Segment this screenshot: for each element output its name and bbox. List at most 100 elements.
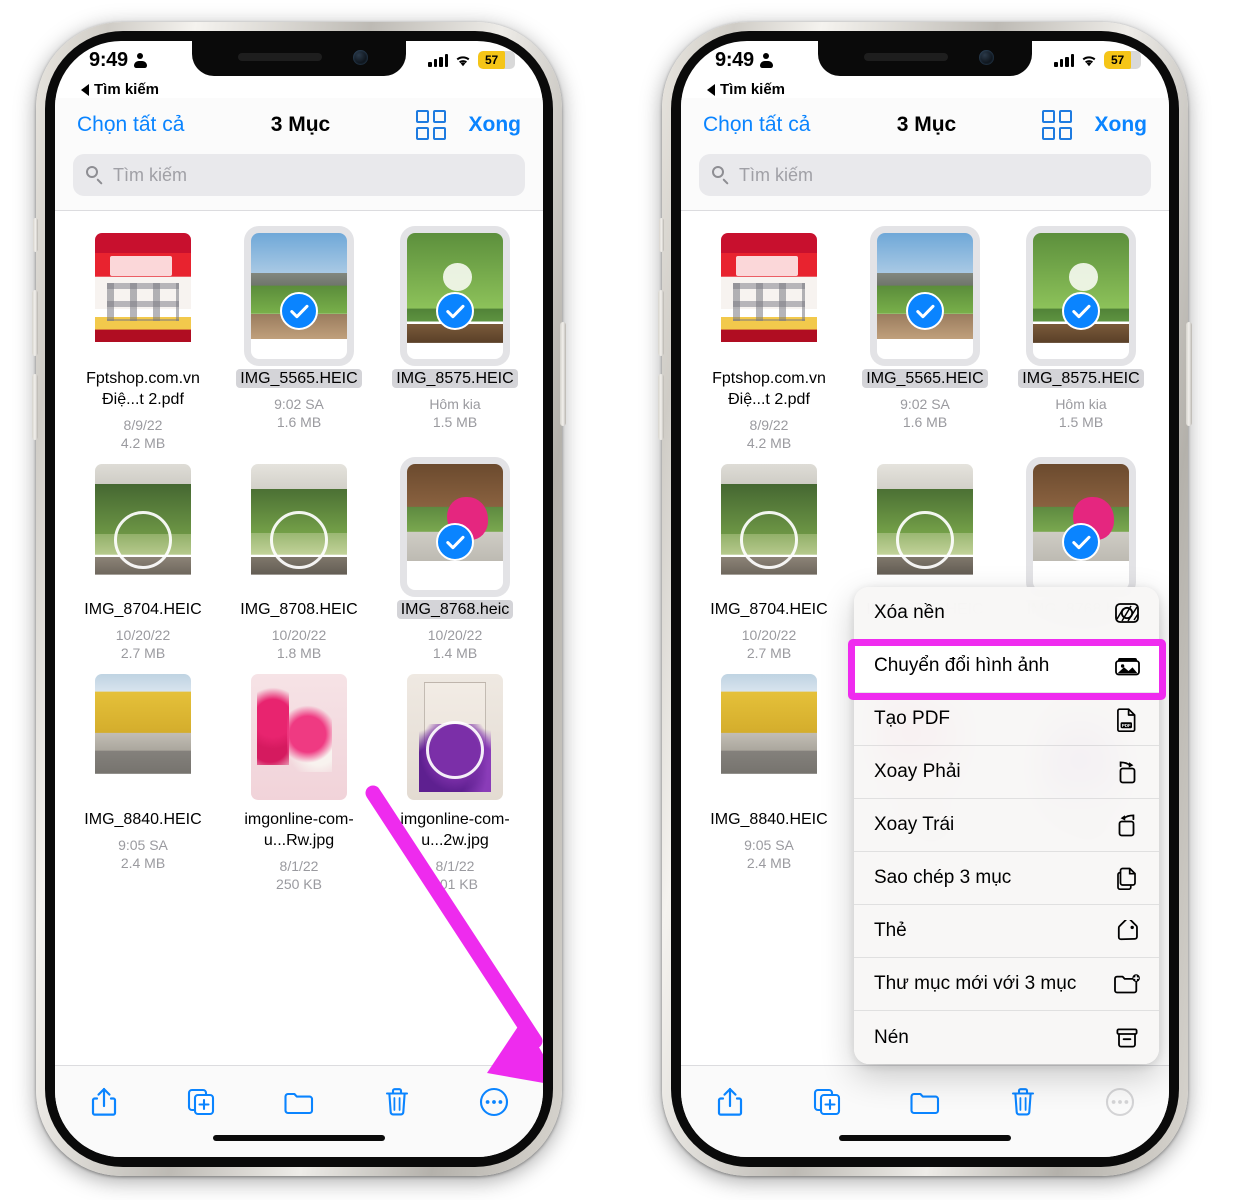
context-menu-item[interactable]: Xóa nền	[854, 587, 1159, 640]
context-menu-item[interactable]: Xoay Trái	[854, 799, 1159, 852]
volume-up-button[interactable]	[32, 290, 38, 356]
new-folder-button[interactable]	[901, 1080, 949, 1124]
file-thumbnail[interactable]	[877, 233, 973, 359]
context-menu-item-label: Xóa nền	[874, 602, 945, 623]
file-thumbnail[interactable]	[95, 464, 191, 590]
grid-view-icon[interactable]	[416, 110, 447, 140]
silent-switch[interactable]	[33, 218, 38, 252]
person-icon	[759, 53, 773, 68]
file-item[interactable]: imgonline-com-u...Rw.jpg8/1/22250 KB	[224, 674, 374, 895]
file-thumbnail[interactable]	[407, 233, 503, 359]
done-button[interactable]: Xong	[468, 113, 521, 137]
screenshot-stage: 9:49 57 Tìm kiếm Chọn tất cả 3 Mục Xong …	[0, 0, 1236, 1200]
status-bar: 9:49 57	[681, 41, 1169, 85]
file-item[interactable]: Fptshop.com.vn Điệ...t 2.pdf 8/9/22 4.2 MB	[694, 233, 844, 454]
file-thumbnail[interactable]	[251, 674, 347, 800]
search-input[interactable]: Tìm kiếm	[73, 154, 525, 196]
selected-checkmark-icon	[436, 292, 474, 331]
new-folder-button[interactable]	[275, 1080, 323, 1124]
file-grid-row: Fptshop.com.vn Điệ...t 2.pdf 8/9/22 4.2 MB…	[691, 233, 1159, 454]
context-menu-item[interactable]: Nén	[854, 1011, 1159, 1064]
file-thumbnail[interactable]	[95, 674, 191, 800]
share-button[interactable]	[80, 1080, 128, 1124]
file-thumbnail[interactable]	[407, 674, 503, 800]
file-size: 1.8 MB	[276, 645, 322, 661]
file-thumbnail[interactable]	[721, 464, 817, 590]
share-button[interactable]	[706, 1080, 754, 1124]
power-button[interactable]	[1186, 322, 1192, 426]
file-name: IMG_8704.HEIC	[84, 601, 202, 618]
file-thumbnail[interactable]	[1033, 464, 1129, 590]
file-item[interactable]: IMG_8575.HEIC Hôm kia 1.5 MB	[380, 233, 530, 454]
search-icon	[712, 166, 730, 184]
power-button[interactable]	[560, 322, 566, 426]
delete-button[interactable]	[373, 1080, 421, 1124]
context-menu-item[interactable]: Thư mục mới với 3 mục	[854, 958, 1159, 1011]
file-grid: Fptshop.com.vn Điệ...t 2.pdf 8/9/22 4.2 MB…	[55, 211, 543, 895]
volume-down-button[interactable]	[658, 374, 664, 440]
phone-right: 9:49 57 Tìm kiếm Chọn tất cả 3 Mục Xong …	[658, 22, 1192, 1176]
file-thumbnail[interactable]	[877, 464, 973, 590]
grid-view-icon[interactable]	[1042, 110, 1073, 140]
focus-ring-icon	[426, 720, 484, 779]
file-item[interactable]: IMG_8704.HEIC 10/20/22 2.7 MB	[694, 464, 844, 664]
file-grid-row: IMG_8704.HEIC10/20/222.7 MBIMG_8708.HEIC…	[65, 464, 533, 664]
file-name: IMG_5565.HEIC	[228, 368, 370, 389]
context-menu-item[interactable]: Xoay Phải	[854, 746, 1159, 799]
volume-down-button[interactable]	[32, 374, 38, 440]
phone-left: 9:49 57 Tìm kiếm Chọn tất cả 3 Mục Xong …	[32, 22, 566, 1176]
file-thumbnail[interactable]	[721, 233, 817, 359]
context-menu-item[interactable]: Thẻ	[854, 905, 1159, 958]
search-input[interactable]: Tìm kiếm	[699, 154, 1151, 196]
context-menu-item-label: Chuyển đổi hình ảnh	[874, 655, 1050, 676]
file-size: 250 KB	[276, 876, 322, 892]
file-name: IMG_8840.HEIC	[84, 811, 202, 828]
select-all-button[interactable]: Chọn tất cả	[77, 113, 184, 137]
home-indicator[interactable]	[839, 1135, 1011, 1141]
page-title: 3 Mục	[270, 113, 331, 136]
file-thumbnail[interactable]	[407, 464, 503, 590]
search-area: Tìm kiếm	[681, 150, 1169, 210]
file-item[interactable]: IMG_5565.HEIC 9:02 SA 1.6 MB	[224, 233, 374, 454]
file-name: IMG_8575.HEIC	[384, 368, 526, 389]
file-thumbnail[interactable]	[251, 233, 347, 359]
file-item[interactable]: IMG_8768.heic10/20/221.4 MB	[380, 464, 530, 664]
file-item[interactable]: IMG_8575.HEIC Hôm kia 1.5 MB	[1006, 233, 1156, 454]
file-thumbnail[interactable]	[95, 233, 191, 359]
volume-up-button[interactable]	[658, 290, 664, 356]
focus-ring-icon	[896, 510, 954, 569]
file-item[interactable]: IMG_8840.HEIC 9:05 SA 2.4 MB	[68, 674, 218, 895]
duplicate-button[interactable]	[177, 1080, 225, 1124]
file-thumbnail[interactable]	[251, 464, 347, 590]
context-menu-item[interactable]: Chuyển đổi hình ảnh	[854, 640, 1159, 693]
focus-ring-icon	[740, 510, 798, 569]
more-button[interactable]	[470, 1080, 518, 1124]
file-item[interactable]: imgonline-com-u...2w.jpg8/1/22201 KB	[380, 674, 530, 895]
silent-switch[interactable]	[659, 218, 664, 252]
duplicate-button[interactable]	[803, 1080, 851, 1124]
context-menu-item[interactable]: Tạo PDF PDF	[854, 693, 1159, 746]
file-item[interactable]: IMG_8708.HEIC10/20/221.8 MB	[224, 464, 374, 664]
file-item[interactable]: Fptshop.com.vn Điệ...t 2.pdf 8/9/22 4.2 MB	[68, 233, 218, 454]
file-thumbnail[interactable]	[1033, 233, 1129, 359]
file-size: 1.6 MB	[902, 414, 948, 430]
select-all-button[interactable]: Chọn tất cả	[703, 113, 810, 137]
cellular-signal-icon	[428, 54, 448, 67]
context-menu-item[interactable]: Sao chép 3 mục	[854, 852, 1159, 905]
file-item[interactable]: IMG_8704.HEIC 10/20/22 2.7 MB	[68, 464, 218, 664]
wifi-icon	[454, 54, 472, 67]
file-item[interactable]: IMG_5565.HEIC 9:02 SA 1.6 MB	[850, 233, 1000, 454]
file-size: 1.6 MB	[276, 414, 322, 430]
back-triangle-icon	[707, 83, 715, 96]
delete-button[interactable]	[999, 1080, 1047, 1124]
home-indicator[interactable]	[213, 1135, 385, 1141]
tag-icon	[1113, 918, 1141, 944]
phone-screen-left: 9:49 57 Tìm kiếm Chọn tất cả 3 Mục Xong …	[55, 41, 543, 1157]
done-button[interactable]: Xong	[1094, 113, 1147, 137]
context-menu-item-label: Nén	[874, 1026, 909, 1048]
file-item[interactable]: IMG_8840.HEIC 9:05 SA 2.4 MB	[694, 674, 844, 895]
more-button[interactable]	[1096, 1080, 1144, 1124]
file-name: Fptshop.com.vn Điệ...t 2.pdf	[712, 370, 826, 408]
svg-text:PDF: PDF	[1122, 722, 1131, 727]
file-thumbnail[interactable]	[721, 674, 817, 800]
